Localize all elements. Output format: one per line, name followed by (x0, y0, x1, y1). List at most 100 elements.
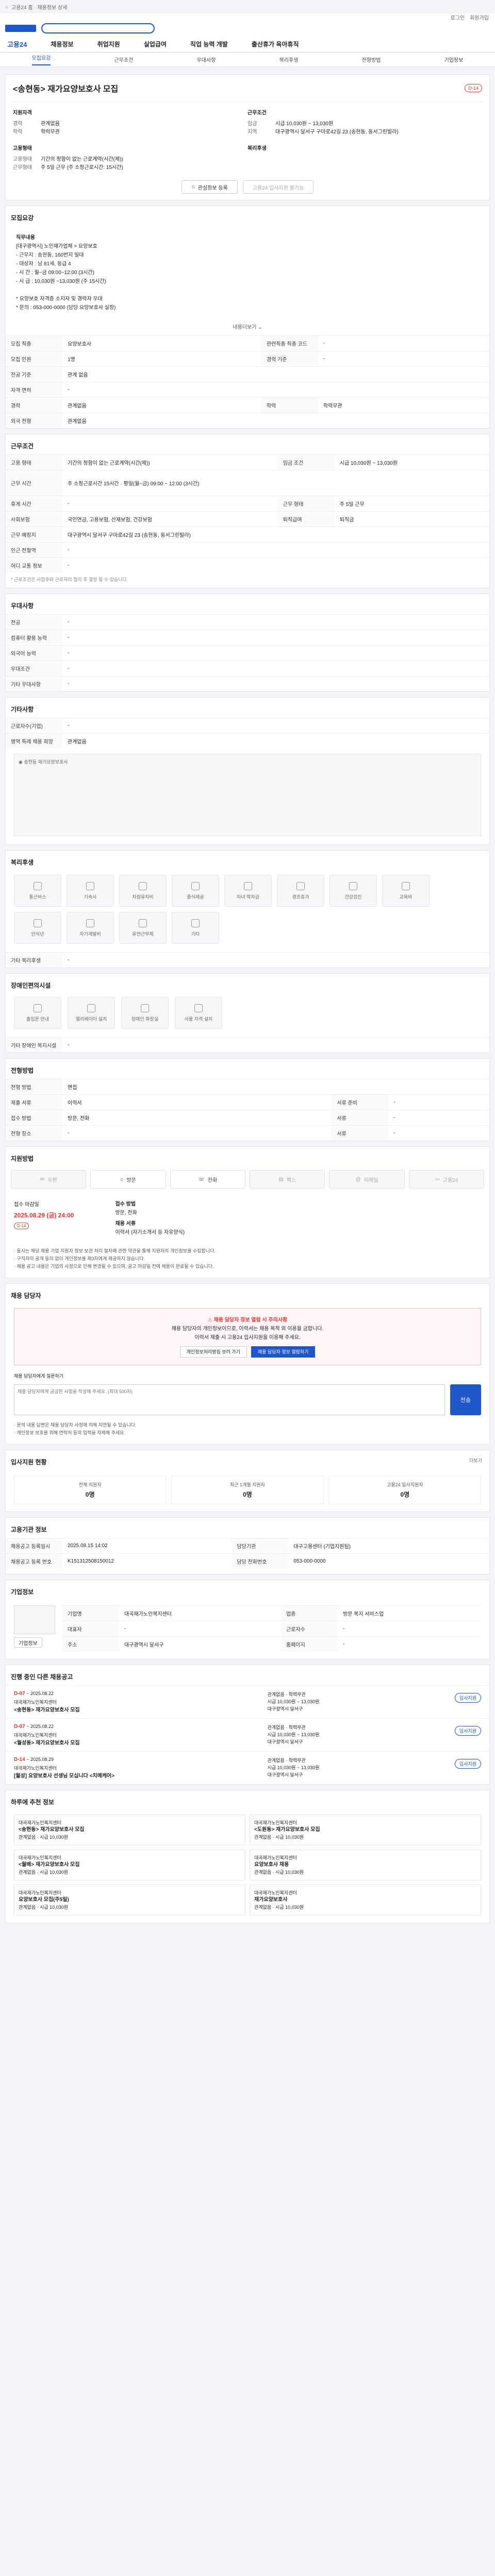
tab-recruit[interactable]: 모집요강 (31, 54, 51, 65)
contact-title: 채용 담당자 (11, 1292, 41, 1299)
cell: - (62, 542, 489, 558)
cell: 2025.08.15 14:02 (62, 1538, 232, 1554)
meta-title: 고용기관 정보 (11, 1526, 47, 1533)
table-row: 주소 대구광역시 달서구 홈페이지 - (62, 1636, 481, 1652)
welfare-item: 안식년 (14, 912, 61, 944)
welfare-label: 유연근무제 (132, 931, 154, 937)
table-row: 경력 관계없음 학력 학력무관 (6, 397, 489, 413)
nav-item-employment-support[interactable]: 취업지원 (97, 40, 120, 48)
prefer-table: 전공 - 컴퓨터 활용 능력 - 외국어 능력 - 우대조건 - 기타 우대사항 - (6, 614, 489, 691)
tab-work[interactable]: 근무조건 (114, 56, 134, 63)
cell: - (337, 1636, 481, 1652)
method-label: 고용24 (442, 1177, 458, 1183)
reco-title-text: 요양보호사 채용 (254, 1862, 289, 1868)
section-tabs: 모집요강 근무조건 우대사항 복리후생 전형방법 기업정보 (0, 53, 495, 67)
list-item[interactable]: D-14 ~ 2025.08.29 대곡재가노인복지센터 [월성] 요양보호사 선생… (6, 1751, 489, 1784)
company-name: 대곡재가노인복지센터 (19, 1890, 61, 1895)
reco-info: 관계없음 · 시급 10,030원 (254, 1870, 304, 1875)
job-link[interactable]: <월성동> 재가요양보호사 모집 (14, 1738, 257, 1746)
apply-button[interactable]: 입사지원 (454, 1726, 481, 1736)
kv-label: 경력 (13, 121, 23, 127)
company-info-button[interactable]: 기업정보 (14, 1637, 42, 1648)
interest-button[interactable]: ☆ 관심정보 등록 (181, 180, 238, 194)
reco-info: 관계없음 · 시급 10,030원 (19, 1905, 68, 1910)
home-icon[interactable]: ⌂ (5, 4, 8, 10)
company-name: 대곡재가노인복지센터 (254, 1890, 297, 1895)
cell: - (318, 351, 489, 367)
brand-name[interactable]: 고용24 (7, 39, 27, 49)
reco-info: 관계없음 · 시급 10,030원 (19, 1870, 68, 1875)
restroom-icon (141, 1004, 149, 1012)
tab-company[interactable]: 기업정보 (444, 56, 464, 63)
logo[interactable] (5, 25, 36, 32)
content-line: - 시 간 : 월~금 09:00~12:00 (3시간) (16, 270, 94, 276)
main-nav: 고용24 채용정보 취업지원 실업급여 직업 능력 개발 출산휴가 육아휴직 (0, 36, 495, 53)
fax-icon: ▤ (278, 1176, 284, 1182)
etc-section: 기타사항 근로자수(기업) - 병역 특례 채용 희망 관계없음 ◉ 송현동 재가요… (5, 697, 490, 845)
question-input[interactable] (14, 1384, 445, 1415)
recruit-table: 모집 직종 요양보호사 관련직종 직종 코드 - 모집 인원 1명 경력 기준 - 전공 기… (6, 335, 489, 428)
reco-section: 하루에 추천 정보 대곡재가노인복지센터 <송현동> 재가요양보호사 모집 관계없음… (5, 1790, 490, 1923)
reco-card[interactable]: 대곡재가노인복지센터 <도원동> 재가요양보호사 모집 관계없음 · 시급 10,0… (250, 1815, 481, 1845)
table-row: 근무 시간 주 소정근로시간 15시간 · 평일(월~금) 09:00 ~ 12:… (6, 470, 489, 496)
list-item[interactable]: D-07 ~ 2025.08.22 대곡재가노인복지센터 <송현동> 재가요양보호사… (6, 1685, 489, 1718)
cell: - (318, 335, 489, 351)
nav-item-jobs[interactable]: 채용정보 (51, 40, 73, 48)
apply-section: 지원방법 ✉ 우편 ⌂ 방문 ☏ 전화 ▤ 팩스 @ 이메일 ▭ 고용24 접수 마감일 2… (5, 1146, 490, 1278)
cell: - (388, 1094, 489, 1110)
stats-more-link[interactable]: 더보기 (469, 1457, 482, 1464)
cell-head: 전형 방법 (6, 1079, 62, 1095)
selection-title: 전형방법 (11, 1067, 34, 1074)
bus-icon (34, 882, 42, 890)
table-row: 우대조건 - (6, 660, 489, 676)
kv-value: 학력무관 (41, 129, 60, 135)
cell: - (62, 645, 489, 661)
table-row: 제출 서류 이력서 서류 준비 - (6, 1094, 489, 1110)
job-link[interactable]: <송현동> 재가요양보호사 모집 (14, 1705, 257, 1713)
nav-item-unemployment[interactable]: 실업급여 (144, 40, 167, 48)
recruit-section: 모집요강 직무내용 [대구광역시] 노인재가업체 > 요양보호 - 근무지 : … (5, 206, 490, 429)
reco-info: 관계없음 · 시급 10,030원 (19, 1835, 68, 1840)
list-item[interactable]: D-07 ~ 2025.08.22 대곡재가노인복지센터 <월성동> 재가요양보호사… (6, 1718, 489, 1751)
tab-selection[interactable]: 전형방법 (362, 56, 381, 63)
work-title: 근무조건 (11, 443, 34, 450)
method-email: @ 이메일 (329, 1170, 405, 1189)
signup-link[interactable]: 회원가입 (470, 13, 489, 21)
stat-item: 전체 지원자 0명 (14, 1476, 167, 1504)
etc-title: 기타사항 (11, 706, 34, 713)
job-link[interactable]: [월성] 요양보호사 선생님 모십니다 <치매케어> (14, 1771, 257, 1779)
work-section: 근무조건 고용 형태 기간의 정함이 없는 근로계약(시간(제)) 임금 조건 시급 … (5, 434, 490, 588)
stat-value: 0명 (243, 1491, 252, 1498)
cell-head: 근무 예정지 (6, 527, 62, 543)
more-button[interactable]: 내용더보기 ⌄ (6, 319, 489, 335)
company-logo (14, 1605, 55, 1634)
cell: 방문, 전화 (62, 1110, 332, 1126)
login-link[interactable]: 로그인 (451, 13, 465, 21)
search-input[interactable] (41, 23, 155, 33)
view-contact-button[interactable]: 채용 담당자 정보 열람하기 (251, 1346, 316, 1358)
reco-card[interactable]: 대곡재가노인복지센터 <월배> 재가요양보호사 모집 관계없음 · 시급 10,03… (14, 1850, 245, 1880)
apply-disabled-button[interactable]: 고용24 입사지원 불가능 (242, 180, 314, 194)
email-icon: @ (355, 1176, 361, 1182)
employer-title: 기업정보 (11, 1588, 34, 1596)
send-button[interactable]: 전송 (450, 1384, 481, 1415)
map-area[interactable]: ◉ 송현동 재가요양보호사 (14, 754, 481, 836)
cell-head: 서류 준비 (332, 1094, 389, 1110)
reco-card[interactable]: 대곡재가노인복지센터 요양보호사 모집(주5일) 관계없음 · 시급 10,030원 (14, 1885, 245, 1916)
reco-card[interactable]: 대곡재가노인복지센터 재가요양보호사 관계없음 · 시급 10,030원 (250, 1885, 481, 1916)
reco-card[interactable]: 대곡재가노인복지센터 <송현동> 재가요양보호사 모집 관계없음 · 시급 10,0… (14, 1815, 245, 1845)
nav-item-leave[interactable]: 출산휴가 육아휴직 (252, 40, 299, 48)
apply-button[interactable]: 입사지원 (454, 1759, 481, 1769)
privacy-button[interactable]: 개인정보처리방침 보러 가기 (179, 1346, 247, 1358)
apply-button[interactable]: 입사지원 (454, 1693, 481, 1703)
cell: - (62, 952, 489, 968)
tab-welfare[interactable]: 복리후생 (279, 56, 299, 63)
cell-head: 기타 우대사항 (6, 676, 62, 691)
tab-prefer[interactable]: 우대사항 (197, 56, 216, 63)
reco-card[interactable]: 대곡재가노인복지센터 요양보호사 채용 관계없음 · 시급 10,030원 (250, 1850, 481, 1880)
calendar-icon (296, 882, 305, 890)
method-label: 전화 (207, 1177, 218, 1183)
nav-item-training[interactable]: 직업 능력 개발 (190, 40, 228, 48)
table-row: 자격 면허 - (6, 382, 489, 398)
content-line: - 대상자 : 남 81세, 등급 4 (16, 261, 71, 267)
